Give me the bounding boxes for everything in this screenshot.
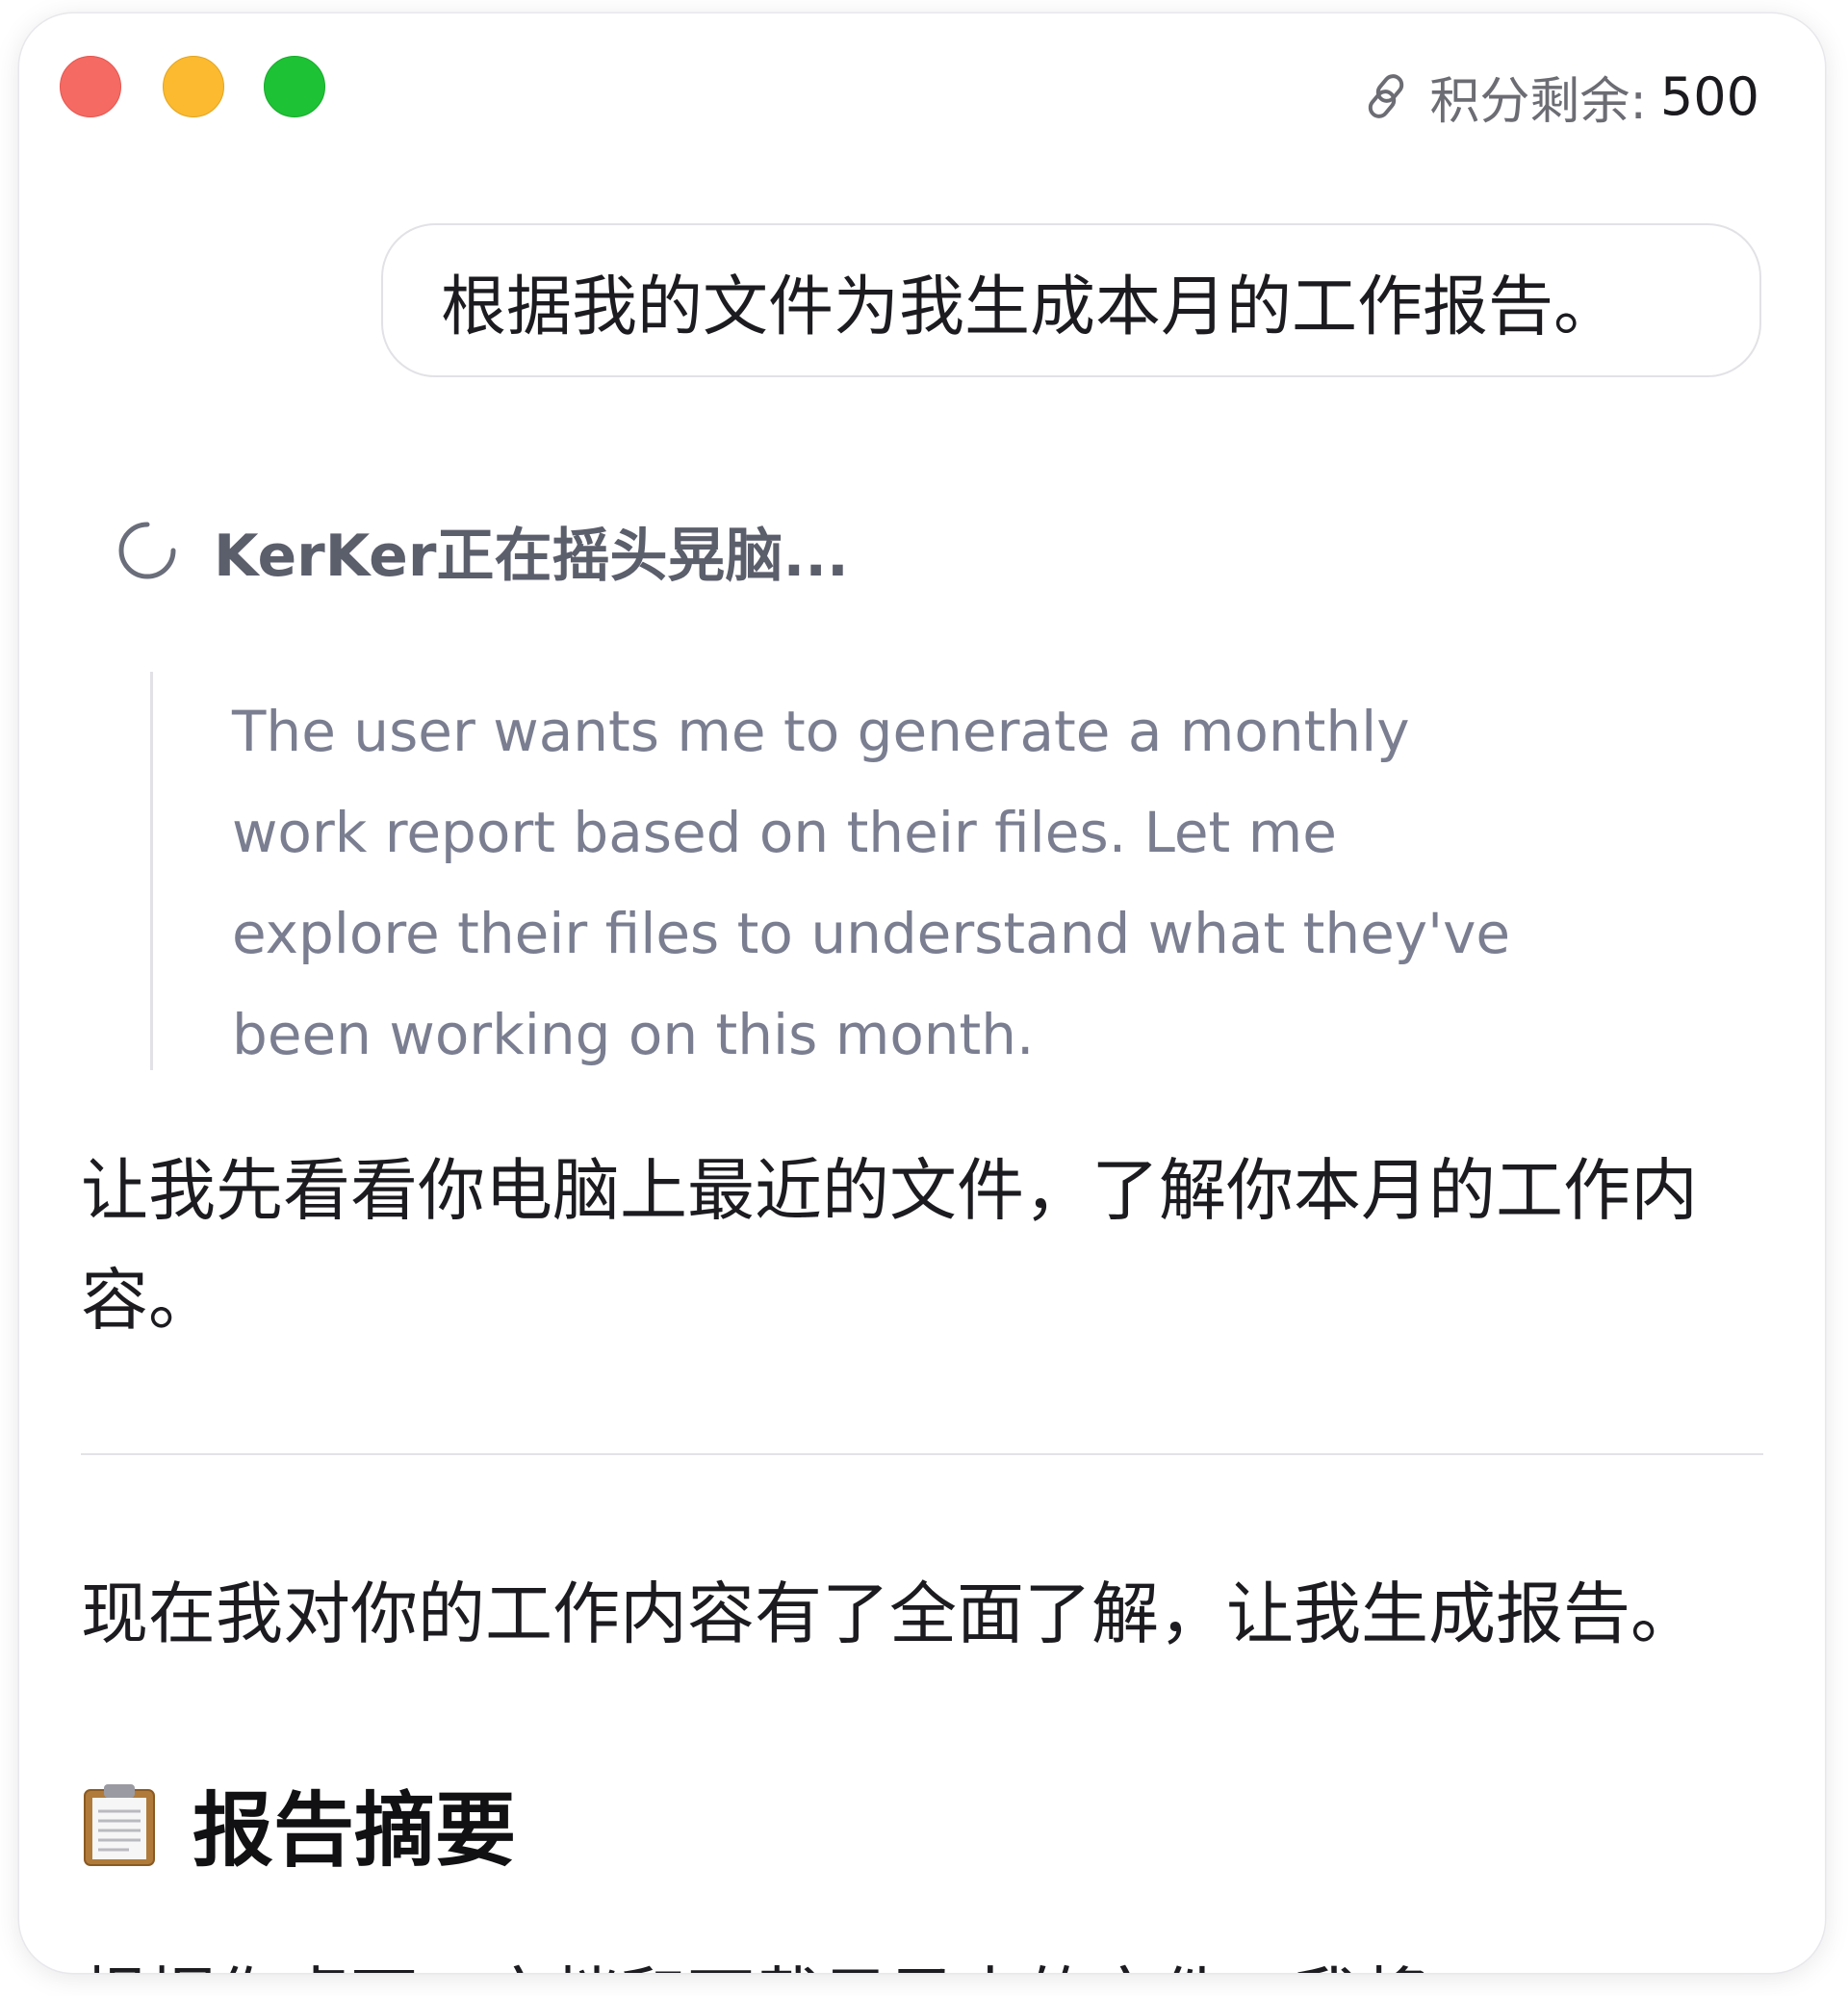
- window-minimize-button[interactable]: [163, 56, 224, 117]
- credits-label: 积分剩余:: [1429, 72, 1647, 131]
- report-partial-text: 根据你桌面、文档和下载目录中的文件，我将: [81, 1946, 1765, 1973]
- app-window: 积分剩余: 500 根据我的文件为我生成本月的工作报告。 KerKer正在摇头晃…: [19, 13, 1825, 1973]
- user-message-bubble: 根据我的文件为我生成本月的工作报告。: [381, 223, 1761, 377]
- reasoning-block: The user wants me to generate a monthly …: [150, 672, 1597, 1070]
- window-close-button[interactable]: [60, 56, 121, 117]
- user-message-text: 根据我的文件为我生成本月的工作报告。: [441, 269, 1620, 345]
- spinner-icon: [118, 522, 176, 579]
- divider: [81, 1453, 1763, 1455]
- thinking-indicator[interactable]: KerKer正在摇头晃脑...: [116, 512, 849, 590]
- report-summary-heading: 报告摘要: [81, 1771, 516, 1878]
- link-icon: [1369, 74, 1404, 118]
- credits-value: 500: [1659, 65, 1759, 127]
- credits-display: 积分剩余: 500: [1362, 65, 1759, 131]
- clipboard-icon: [84, 1784, 155, 1866]
- window-maximize-button[interactable]: [264, 56, 325, 117]
- thinking-label: KerKer正在摇头晃脑...: [214, 522, 849, 590]
- reasoning-text: The user wants me to generate a monthly …: [232, 699, 1511, 1067]
- assistant-message-2: 现在我对你的工作内容有了全面了解，让我生成报告。: [81, 1574, 1698, 1653]
- report-summary-title: 报告摘要: [192, 1782, 517, 1878]
- assistant-message-1: 让我先看看你电脑上最近的文件，了解你本月的工作内容。: [81, 1151, 1698, 1340]
